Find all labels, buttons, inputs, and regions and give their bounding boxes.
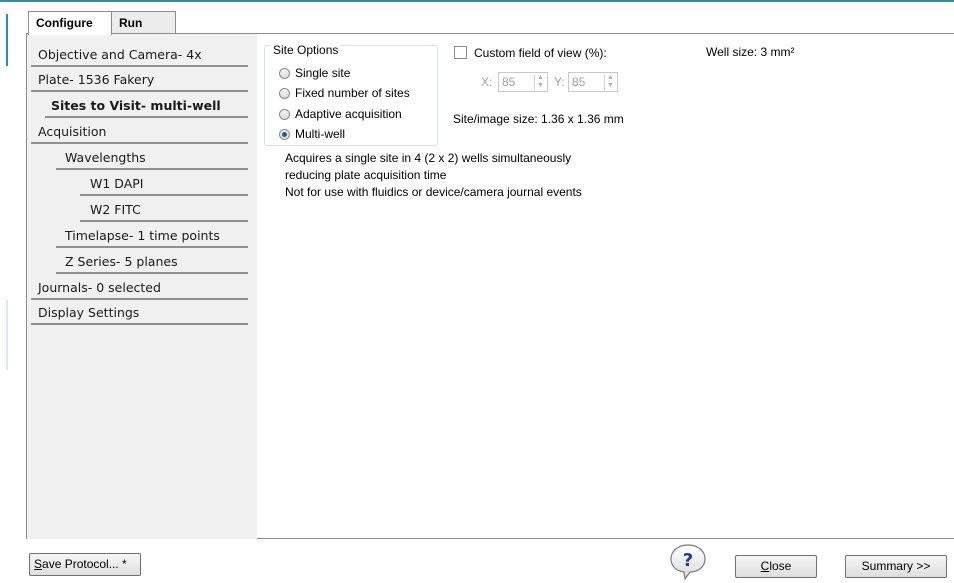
tab-configure[interactable]: Configure <box>28 11 112 35</box>
radio-button-icon[interactable] <box>279 88 290 99</box>
well-size: Well size: 3 mm² <box>706 45 795 59</box>
fov-x-stepper[interactable]: 85 ▲ ▼ <box>498 72 548 92</box>
question-bubble-icon[interactable]: ? <box>668 543 708 581</box>
site-options-label: Site Options <box>271 43 341 57</box>
nav-item-objective-camera[interactable]: Objective and Camera- 4x <box>31 45 248 67</box>
tab-run[interactable]: Run <box>112 11 176 33</box>
radio-fixed-number-of-sites[interactable]: Fixed number of sites <box>279 86 410 101</box>
radio-label: Multi-well <box>295 127 346 141</box>
radio-button-icon[interactable] <box>279 68 290 79</box>
left-edge <box>0 2 7 583</box>
fov-y-stepper[interactable]: 85 ▲ ▼ <box>568 72 618 92</box>
nav-item-display-settings[interactable]: Display Settings <box>31 303 248 325</box>
summary-button[interactable]: Summary >> <box>845 555 947 578</box>
save-mnemonic: S <box>34 557 43 571</box>
radio-button-icon[interactable] <box>279 109 290 120</box>
spin-arrows-icon[interactable]: ▲ ▼ <box>604 74 616 90</box>
description-line-3: Not for use with fluidics or device/came… <box>285 185 582 199</box>
fov-x-label: X: <box>481 75 493 89</box>
fov-y-label: Y: <box>554 75 565 89</box>
nav-item-w1-dapi[interactable]: W1 DAPI <box>80 174 248 196</box>
close-label: lose <box>769 559 792 573</box>
save-label: ave Protocol... * <box>42 557 127 571</box>
content-bottom-border <box>257 538 954 539</box>
nav-item-sites-to-visit[interactable]: Sites to Visit- multi-well <box>45 96 248 118</box>
nav-item-w2-fitc[interactable]: W2 FITC <box>80 200 248 222</box>
site-image-size: Site/image size: 1.36 x 1.36 mm <box>453 112 624 126</box>
nav-item-wavelengths[interactable]: Wavelengths <box>56 148 248 170</box>
fov-x-value: 85 <box>502 75 516 89</box>
save-protocol-button[interactable]: Save Protocol... * <box>29 553 141 576</box>
spin-arrows-icon[interactable]: ▲ ▼ <box>534 74 546 90</box>
left-shade-bar <box>6 300 8 370</box>
nav-item-acquisition[interactable]: Acquisition <box>31 122 248 144</box>
custom-fov-label: Custom field of view (%): <box>474 46 607 60</box>
radio-label: Single site <box>295 66 351 80</box>
radio-single-site[interactable]: Single site <box>279 66 350 81</box>
svg-text:?: ? <box>683 550 693 571</box>
close-button[interactable]: Close <box>735 555 817 578</box>
radio-label: Adaptive acquisition <box>295 107 402 121</box>
description-line-2: reducing plate acquisition time <box>285 168 447 182</box>
custom-fov-checkbox[interactable] <box>454 46 467 59</box>
fov-y-value: 85 <box>572 75 586 89</box>
nav-item-journals[interactable]: Journals- 0 selected <box>31 278 248 300</box>
nav-item-plate[interactable]: Plate- 1536 Fakery <box>31 70 248 92</box>
window-top-border <box>0 0 954 2</box>
radio-multi-well[interactable]: Multi-well <box>279 127 345 142</box>
description-line-1: Acquires a single site in 4 (2 x 2) well… <box>285 151 572 165</box>
radio-label: Fixed number of sites <box>295 86 410 100</box>
radio-button-checked-icon[interactable] <box>279 129 290 140</box>
nav-item-timelapse[interactable]: Timelapse- 1 time points <box>56 226 248 248</box>
left-accent-bar <box>6 14 8 66</box>
radio-adaptive-acquisition[interactable]: Adaptive acquisition <box>279 107 402 122</box>
nav-item-z-series[interactable]: Z Series- 5 planes <box>56 252 248 274</box>
summary-label: Summary >> <box>861 559 931 573</box>
